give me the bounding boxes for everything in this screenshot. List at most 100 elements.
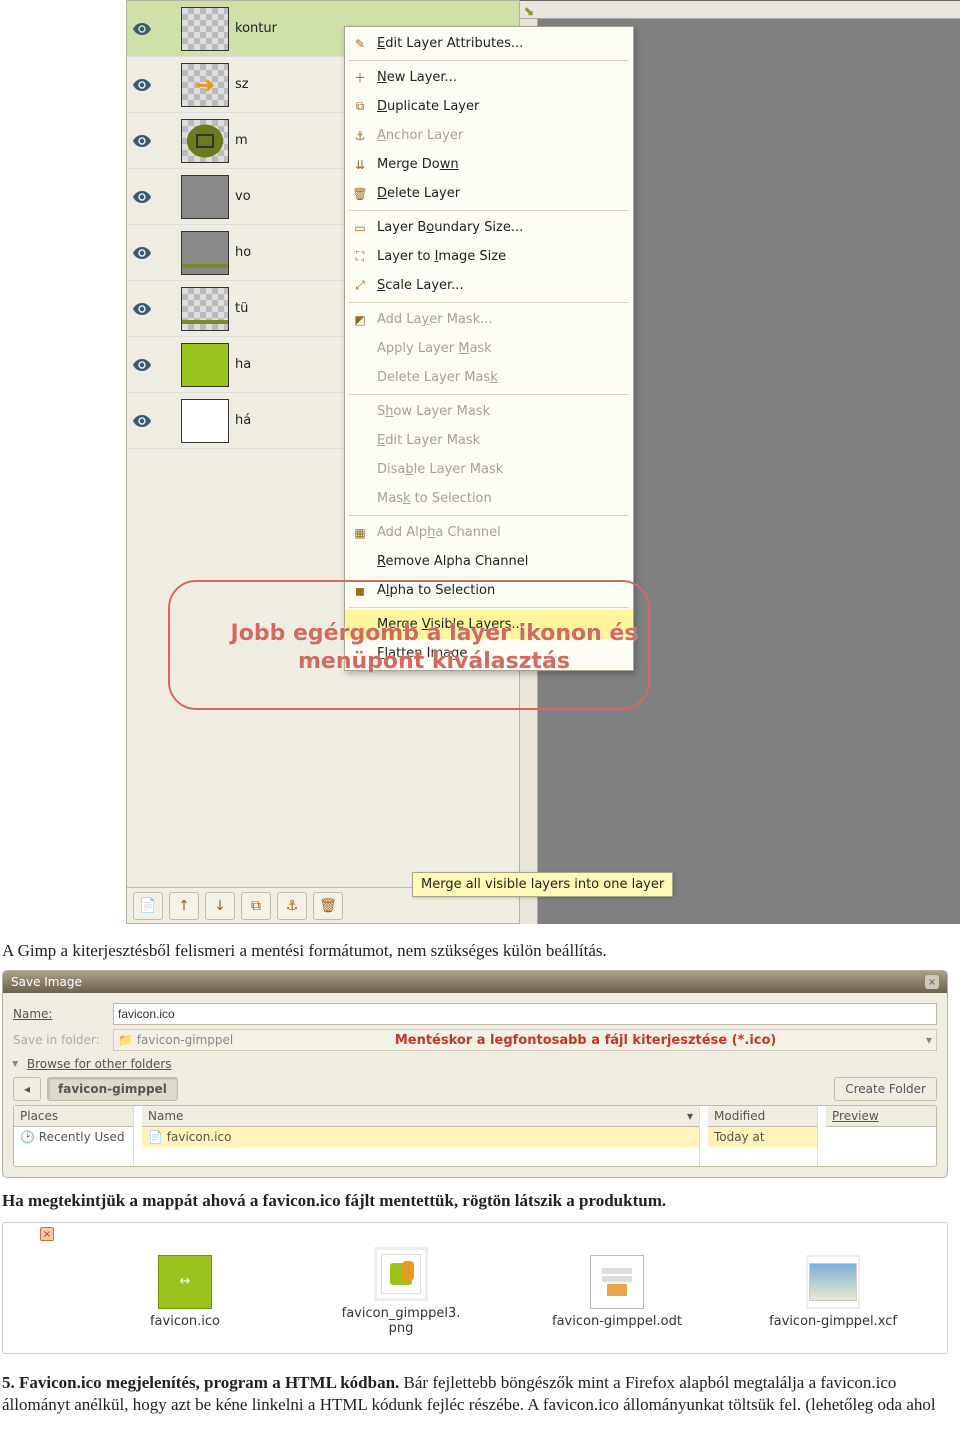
fm-item-png[interactable]: favicon_gimppel3. png [316,1247,486,1337]
file-row-modified: Today at [708,1127,817,1147]
fm-close-icon[interactable]: × [40,1227,54,1241]
layer-name-label[interactable]: m [235,133,248,148]
dup-icon: ⧉ [351,98,369,116]
tb-anchor[interactable]: ⚓ [277,892,307,920]
sort-indicator-icon: ▾ [687,1109,693,1123]
places-recently-used[interactable]: 🕑 Recently Used [14,1127,133,1147]
blank-icon [351,403,369,421]
menu-separator [349,302,629,303]
fm-item-xcf[interactable]: favicon-gimppel.xcf [748,1255,918,1330]
eye-icon[interactable] [127,415,157,427]
png-thumb-icon [374,1247,428,1301]
layer-name-label[interactable]: há [235,413,251,428]
menu-item-label: Apply Layer Mask [377,341,492,356]
menu-edit-layer-attributes[interactable]: ✎Edit Layer Attributes... [345,29,633,58]
name-column-header[interactable]: Name▾ [142,1106,699,1127]
menu-layer-boundary-size[interactable]: ▭ Layer Boundary Size... [345,213,633,242]
menu-item-label: Anchor Layer [377,128,463,143]
places-header[interactable]: Places [14,1106,133,1127]
menu-item-label: Remove Alpha Channel [377,554,528,569]
menu-item-label: Layer to Image Size [377,249,506,264]
menu-delete-layer-mask: Delete Layer Mask [345,363,633,392]
menu-item-label: Edit Layer Attributes... [377,36,523,51]
menu-delete-layer[interactable]: 🗑Delete Layer [345,179,633,208]
layer-name-label[interactable]: ha [235,357,251,372]
save-folder-combo[interactable]: 📁 favicon-gimppel Mentéskor a legfontosa… [113,1029,937,1051]
gimp-screenshot: ⬊ kontur➔szmvohotühahá 📄 ↑ ↓ ⧉ ⚓ 🗑 ✎Edit… [0,0,960,924]
menu-add-alpha-channel: ▦Add Alpha Channel [345,518,633,547]
anchor-icon: ⚓ [351,127,369,145]
save-red-note: Mentéskor a legfontosabb a fájl kiterjes… [395,1033,777,1048]
menu-layer-to-image-size[interactable]: ⛶ Layer to Image Size [345,242,633,271]
tb-new-layer[interactable]: 📄 [133,892,163,920]
menu-item-label: Delete Layer [377,186,460,201]
ruler-horizontal [520,1,960,19]
path-back-button[interactable]: ◂ [13,1077,41,1101]
menu-duplicate-layer[interactable]: ⧉ Duplicate Layer [345,92,633,121]
browse-folders-expander[interactable]: ▸ Browse for other folders [13,1057,937,1071]
fm-item-favicon-ico[interactable]: ↔ favicon.ico [100,1255,270,1330]
menu-separator [349,394,629,395]
canvas-arrow-icon: ⬊ [523,4,535,16]
layer-name-label[interactable]: ho [235,245,251,260]
layer-name-label[interactable]: kontur [235,21,277,36]
eye-icon[interactable] [127,359,157,371]
eye-icon[interactable] [127,247,157,259]
combo-chevron-icon: ▾ [926,1033,932,1047]
fm-label: favicon-gimppel.xcf [769,1315,897,1330]
blank-icon [351,490,369,508]
menu-item-label: Duplicate Layer [377,99,479,114]
menu-merge-down[interactable]: ⇊Merge Down [345,150,633,179]
blank-icon [351,340,369,358]
close-icon[interactable]: × [925,975,939,989]
save-name-input[interactable] [113,1003,937,1025]
blank-icon [351,369,369,387]
menu-item-label: Delete Layer Mask [377,370,498,385]
menu-scale-layer[interactable]: ⤢Scale Layer... [345,271,633,300]
tb-delete[interactable]: 🗑 [313,892,343,920]
menu-new-layer[interactable]: ＋New Layer... [345,63,633,92]
save-image-dialog: Save Image × Name: Save in folder: 📁 fav… [2,970,948,1178]
layer-thumb [181,231,229,275]
menu-remove-alpha-channel[interactable]: Remove Alpha Channel [345,547,633,576]
eye-icon[interactable] [127,303,157,315]
eye-icon[interactable] [127,191,157,203]
tb-layer-up[interactable]: ↑ [169,892,199,920]
layer-thumb [181,7,229,51]
save-name-label: Name: [13,1007,103,1021]
menu-item-label: Disable Layer Mask [377,462,503,477]
ico-icon: ↔ [158,1255,212,1309]
browse-label: Browse for other folders [27,1057,172,1071]
menu-item-label: Mask to Selection [377,491,492,506]
menu-item-label: Layer Boundary Size... [377,220,523,235]
menu-item-label: New Layer... [377,70,457,85]
xcf-thumb-icon [806,1255,860,1309]
layer-name-label[interactable]: vo [235,189,251,204]
menu-add-layer-mask: ◩Add Layer Mask... [345,305,633,334]
fit-icon: ⛶ [351,248,369,266]
path-current-button[interactable]: favicon-gimppel [47,1077,178,1101]
body-p2: Ha megtekintjük a mappát ahová a favicon… [2,1190,958,1212]
eye-icon[interactable] [127,135,157,147]
menu-item-label: Show Layer Mask [377,404,490,419]
modified-column-header[interactable]: Modified [708,1106,817,1127]
menu-item-label: Add Layer Mask... [377,312,493,327]
annotation-text: Jobb egérgomb a layer ikonon és menüpont… [216,620,652,675]
bounds-icon: ▭ [351,219,369,237]
fm-label: favicon-gimppel.odt [552,1315,682,1330]
create-folder-button[interactable]: Create Folder [834,1077,937,1101]
eye-icon[interactable] [127,79,157,91]
eye-icon[interactable] [127,23,157,35]
blank-icon [351,461,369,479]
menu-separator [349,60,629,61]
layer-name-label[interactable]: sz [235,77,249,92]
fm-item-odt[interactable]: favicon-gimppel.odt [532,1255,702,1330]
layer-thumb [181,343,229,387]
menu-apply-layer-mask: Apply Layer Mask [345,334,633,363]
layer-context-menu: ✎Edit Layer Attributes... ＋New Layer... ⧉ D… [344,26,634,671]
layer-name-label[interactable]: tü [235,301,248,316]
path-bar: ◂ favicon-gimppel Create Folder [13,1077,937,1101]
tb-layer-down[interactable]: ↓ [205,892,235,920]
file-row-favicon[interactable]: 📄 favicon.ico [142,1127,699,1147]
tb-duplicate[interactable]: ⧉ [241,892,271,920]
